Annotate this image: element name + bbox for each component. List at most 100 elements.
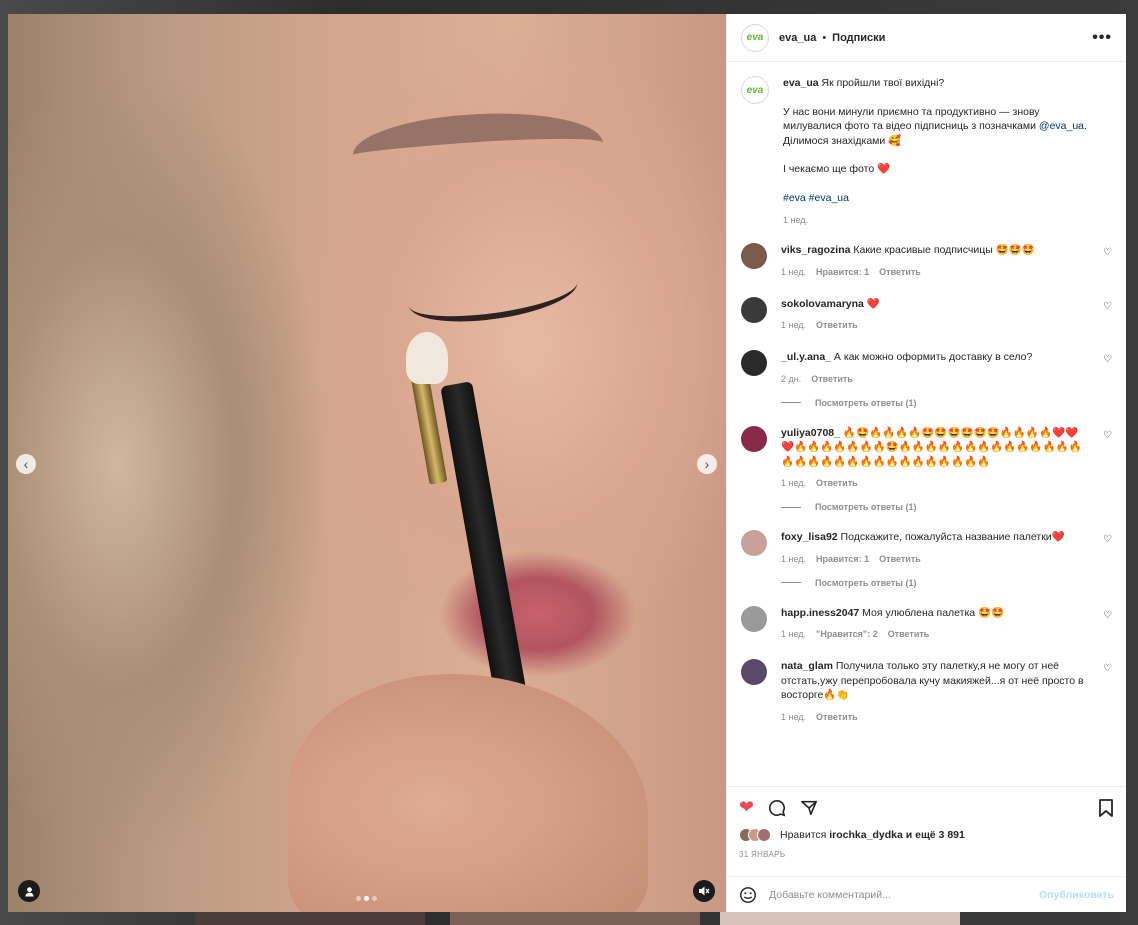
comment-likes[interactable]: Нравится: 1 — [816, 554, 869, 564]
commenter-username[interactable]: foxy_lisa92 — [781, 531, 838, 543]
caption-author-avatar[interactable]: eva — [741, 76, 769, 104]
comment-time: 1 нед. — [781, 629, 807, 639]
like-comment-heart-icon[interactable]: ♡ — [1103, 610, 1112, 621]
comment-item: nata_glam Получила только эту палетку,я … — [741, 659, 1112, 722]
like-comment-heart-icon[interactable]: ♡ — [1103, 663, 1112, 674]
commenter-avatar[interactable] — [741, 605, 767, 632]
comment-item: sokolovamaryna ❤️ 1 нед. Ответить ♡ — [741, 296, 1112, 330]
emoji-icon[interactable] — [739, 886, 757, 904]
chevron-right-icon: › — [704, 456, 710, 472]
post-media[interactable]: ‹ › — [8, 14, 726, 912]
mention-link[interactable]: @eva_ua — [1039, 120, 1084, 132]
comment-item: _ul.y.ana_ А как можно оформить доставку… — [741, 350, 1112, 384]
logo-text: eva — [746, 32, 764, 43]
view-replies-button[interactable]: Посмотреть ответы (1) — [781, 502, 1112, 512]
commenter-username[interactable]: nata_glam — [781, 660, 833, 672]
comment-item: yuliya0708_ 🔥🤩🔥🔥🔥🔥🤩🤩🤩🤩🤩🤩🔥🔥🔥🔥❤️❤️❤️🔥🔥🔥🔥🔥🔥… — [741, 425, 1112, 488]
comment-text: Подскажите, пожалуйста название палетки❤… — [840, 531, 1065, 543]
post-header: eva eva_ua • Подписки ••• — [727, 14, 1126, 62]
commenter-username[interactable]: sokolovamaryna — [781, 298, 864, 310]
caption-time: 1 нед. — [783, 215, 809, 225]
like-comment-heart-icon[interactable]: ♡ — [1103, 301, 1112, 312]
commenter-username[interactable]: yuliya0708_ — [781, 427, 840, 439]
commenter-avatar[interactable] — [741, 425, 767, 452]
like-comment-heart-icon[interactable]: ♡ — [1103, 354, 1112, 365]
like-comment-heart-icon[interactable]: ♡ — [1103, 430, 1112, 441]
view-replies-button[interactable]: Посмотреть ответы (1) — [781, 398, 1112, 408]
reply-button[interactable]: Ответить — [888, 629, 930, 639]
commenter-avatar[interactable] — [741, 350, 767, 376]
share-icon[interactable] — [800, 799, 818, 817]
action-icons: ❤ — [739, 797, 1114, 818]
commenter-username[interactable]: _ul.y.ana_ — [781, 351, 831, 363]
liker-username[interactable]: irochka_dydka — [829, 829, 903, 841]
like-comment-heart-icon[interactable]: ♡ — [1103, 247, 1112, 258]
background-thumbnail — [720, 912, 960, 925]
comment-text: А как можно оформить доставку в село? — [833, 351, 1033, 363]
post-side-panel: eva eva_ua • Подписки ••• eva eva_ua Як … — [726, 14, 1126, 912]
reply-button[interactable]: Ответить — [816, 320, 858, 330]
comment-likes[interactable]: "Нравится": 2 — [816, 629, 878, 639]
caption-line: Як пройшли твої вихідні? — [821, 77, 945, 89]
mute-button[interactable] — [693, 880, 715, 902]
comment-time: 2 дн. — [781, 373, 802, 384]
view-replies-button[interactable]: Посмотреть ответы (1) — [781, 578, 1112, 588]
likes-summary: Нравится irochka_dydka и ещё 3 891 — [739, 828, 1114, 842]
caption: eva eva_ua Як пройшли твої вихідні? У на… — [741, 76, 1112, 225]
carousel-indicator — [356, 896, 377, 901]
commenter-username[interactable]: happ.iness2047 — [781, 607, 859, 619]
commenter-avatar[interactable] — [741, 530, 767, 556]
like-comment-heart-icon[interactable]: ♡ — [1103, 534, 1112, 545]
photo-eyeliner — [405, 257, 581, 331]
speaker-muted-icon — [699, 886, 710, 896]
hashtags-link[interactable]: #eva #eva_ua — [783, 192, 849, 204]
caption-author[interactable]: eva_ua — [783, 77, 819, 89]
reply-button[interactable]: Ответить — [811, 374, 853, 384]
bookmark-icon[interactable] — [1098, 798, 1114, 817]
next-slide-button[interactable]: › — [697, 454, 717, 474]
comment-time: 1 нед. — [781, 478, 807, 488]
liker-avatars[interactable] — [739, 828, 771, 842]
photo-hand — [288, 674, 648, 912]
comment-item: viks_ragozina Какие красивые подписчицы … — [741, 243, 1112, 277]
commenter-avatar[interactable] — [741, 296, 767, 323]
post-modal: ‹ › eva eva_ua • Подписки ••• eva eva_ua… — [8, 14, 1126, 912]
comment-item: foxy_lisa92 Подскажите, пожалуйста назва… — [741, 530, 1112, 564]
like-heart-icon[interactable]: ❤ — [739, 797, 754, 818]
comment-icon[interactable] — [768, 799, 786, 817]
post-date: 31 ЯНВАРЬ — [739, 850, 786, 859]
publish-button[interactable]: Опубликовать — [1039, 889, 1114, 901]
comment-input[interactable] — [769, 888, 1040, 901]
reply-button[interactable]: Ответить — [816, 478, 858, 488]
separator-dot: • — [822, 31, 827, 44]
comment-text: ❤️ — [866, 297, 880, 310]
comment-text: Какие красивые подписчицы 🤩🤩🤩 — [853, 244, 1035, 256]
caption-line: І чекаємо ще фото ❤️ — [783, 163, 891, 175]
commenter-avatar[interactable] — [741, 659, 767, 685]
comment-time: 1 нед. — [781, 553, 807, 564]
author-avatar[interactable]: eva — [741, 23, 769, 52]
caption-line: У нас вони минули приємно та продуктивно… — [783, 105, 1040, 133]
reply-button[interactable]: Ответить — [879, 554, 921, 564]
commenter-username[interactable]: viks_ragozina — [781, 244, 850, 256]
liker-avatar — [757, 828, 771, 842]
tagged-users-button[interactable] — [18, 880, 40, 902]
comments-list[interactable]: eva eva_ua Як пройшли твої вихідні? У на… — [727, 62, 1126, 786]
commenter-avatar[interactable] — [741, 243, 767, 269]
reply-button[interactable]: Ответить — [879, 267, 921, 277]
more-options-icon[interactable]: ••• — [1092, 29, 1112, 47]
comment-time: 1 нед. — [781, 711, 807, 722]
reply-button[interactable]: Ответить — [816, 712, 858, 722]
following-button[interactable]: Подписки — [832, 32, 885, 44]
likes-count[interactable]: и ещё 3 891 — [906, 829, 965, 841]
background-thumbnail — [450, 912, 700, 925]
comment-time: 1 нед. — [781, 320, 807, 330]
author-username[interactable]: eva_ua — [779, 32, 816, 44]
carousel-dot-active — [364, 896, 369, 901]
comment-composer: Опубликовать — [727, 876, 1126, 912]
photo-brow — [350, 105, 606, 193]
caption-text: eva_ua Як пройшли твої вихідні? У нас во… — [783, 76, 1090, 205]
logo-text: eva — [746, 84, 764, 96]
comment-likes[interactable]: Нравится: 1 — [816, 267, 869, 277]
previous-slide-button[interactable]: ‹ — [16, 454, 36, 474]
